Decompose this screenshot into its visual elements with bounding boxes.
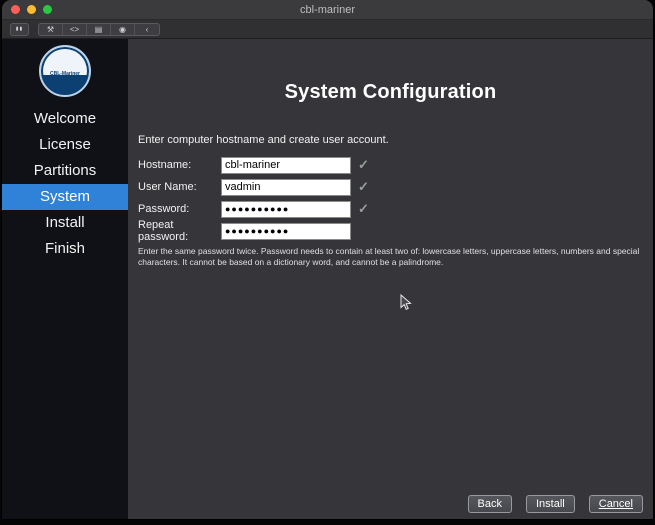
back-chevron-icon[interactable]: ‹: [135, 24, 159, 35]
username-input[interactable]: [221, 178, 351, 196]
hostname-valid-icon: ✓: [358, 157, 369, 172]
repeat-password-input[interactable]: [221, 222, 351, 240]
instruction-text: Enter computer hostname and create user …: [138, 134, 389, 146]
mariner-logo-text: CBL-Mariner: [49, 71, 80, 77]
username-row: User Name: ✓: [138, 176, 653, 198]
zoom-button[interactable]: [43, 5, 52, 14]
sidebar: CBL-Mariner Welcome License Partitions S…: [2, 39, 128, 519]
sidebar-item-license[interactable]: License: [2, 132, 128, 158]
password-label: Password:: [138, 203, 190, 215]
window-content: CBL-Mariner Welcome License Partitions S…: [2, 39, 653, 519]
traffic-lights: [11, 5, 52, 14]
install-button[interactable]: Install: [526, 495, 575, 513]
username-label: User Name:: [138, 181, 197, 193]
page-title: System Configuration: [284, 81, 497, 103]
sidebar-item-welcome[interactable]: Welcome: [2, 106, 128, 132]
sidebar-item-system[interactable]: System: [2, 184, 128, 210]
repeat-password-label: Repeat password:: [138, 219, 189, 243]
sidebar-item-install[interactable]: Install: [2, 210, 128, 236]
account-form: Hostname: ✓ User Name: ✓ Password: ✓: [138, 154, 653, 243]
minimize-button[interactable]: [27, 5, 36, 14]
repeat-password-row: Repeat password:: [138, 219, 653, 243]
wizard-buttons: Back Install Cancel: [467, 495, 643, 513]
vm-window: cbl-mariner ▮▮ ⚒ <> ▤ ◉ ‹ CBL-Mariner We…: [2, 0, 653, 519]
username-valid-icon: ✓: [358, 179, 369, 194]
close-button[interactable]: [11, 5, 20, 14]
mariner-logo: CBL-Mariner: [39, 45, 91, 97]
password-row: Password: ✓: [138, 198, 653, 220]
titlebar: cbl-mariner: [2, 0, 653, 20]
hostname-row: Hostname: ✓: [138, 154, 653, 176]
toolbar: ▮▮ ⚒ <> ▤ ◉ ‹: [2, 20, 653, 39]
password-valid-icon: ✓: [358, 201, 369, 216]
camera-icon[interactable]: ◉: [111, 23, 135, 35]
hostname-input[interactable]: [221, 156, 351, 174]
cancel-button[interactable]: Cancel: [588, 495, 643, 513]
window-title: cbl-mariner: [299, 3, 355, 16]
main-panel: System Configuration Enter computer host…: [128, 39, 653, 519]
sidebar-item-partitions[interactable]: Partitions: [2, 158, 128, 184]
hostname-label: Hostname:: [138, 159, 192, 171]
toolbar-icon-group: ⚒ <> ▤ ◉ ‹: [38, 22, 160, 36]
console-icon[interactable]: <>: [63, 23, 87, 35]
back-button[interactable]: Back: [467, 495, 512, 513]
screen: cbl-mariner ▮▮ ⚒ <> ▤ ◉ ‹ CBL-Mariner We…: [0, 0, 655, 525]
mouse-cursor: [400, 294, 412, 310]
printer-icon[interactable]: ▤: [87, 23, 111, 35]
password-help-text: Enter the same password twice. Password …: [138, 246, 640, 268]
pause-icon[interactable]: ▮▮: [10, 22, 29, 36]
tools-icon[interactable]: ⚒: [39, 23, 63, 35]
sidebar-item-finish[interactable]: Finish: [2, 236, 128, 262]
installer-steps-nav: Welcome License Partitions System Instal…: [2, 106, 128, 262]
password-input[interactable]: [221, 200, 351, 218]
